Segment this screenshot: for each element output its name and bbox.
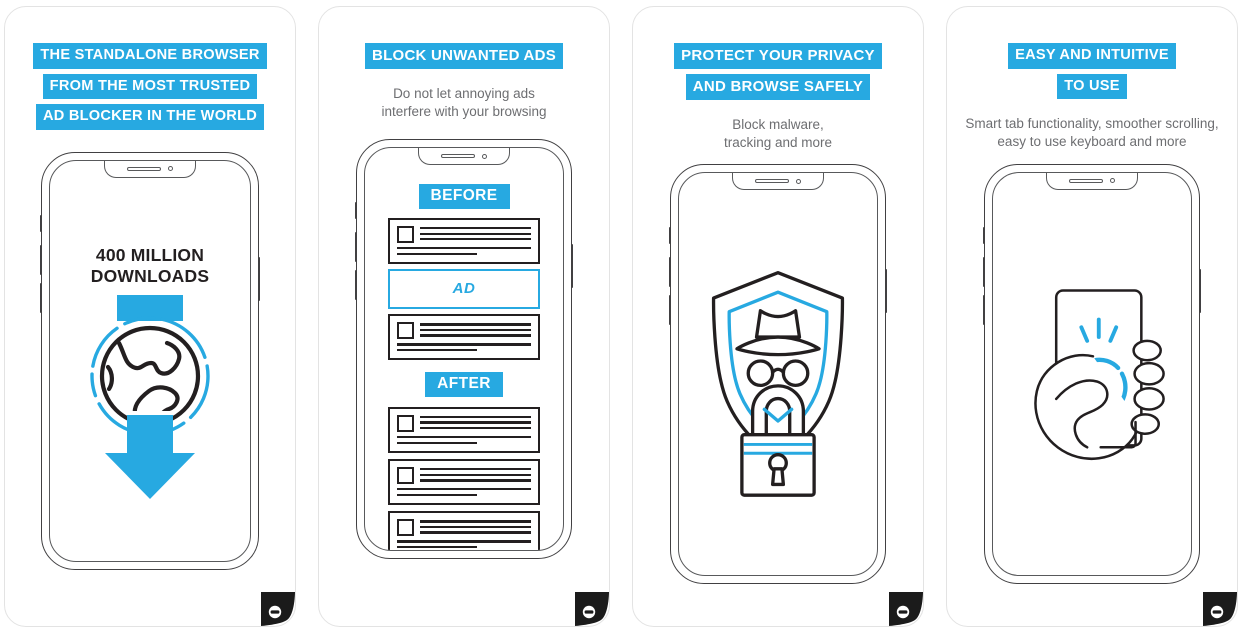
phone-volume-down-button [354, 270, 358, 301]
phone-mockup: 400 MILLION DOWNLOADS [39, 151, 261, 570]
headline: THE STANDALONE BROWSER FROM THE MOST TRU… [5, 43, 295, 130]
subcopy: Do not let annoying ads interfere with y… [381, 86, 547, 120]
phone-volume-down-button [39, 282, 43, 313]
card-thumbnail-icon [397, 322, 414, 340]
phone-screen-bezel: 400 MILLION DOWNLOADS [49, 159, 251, 562]
shield-incognito-padlock-illustration [690, 259, 866, 503]
phone-mockup [668, 164, 888, 585]
phone-mute-switch [354, 202, 358, 220]
screen-content-before-after: BEFORE AD AFTER [365, 148, 563, 551]
headline-line: BLOCK UNWANTED ADS [365, 43, 563, 69]
adblock-logo-badge [575, 592, 609, 626]
phone-mockup-wrap: 400 MILLION DOWNLOADS [5, 130, 295, 626]
phone-power-button [1198, 268, 1202, 313]
hand-tapping-phone-illustration [1000, 277, 1184, 485]
before-cards-list: AD [388, 217, 540, 361]
content-card [388, 406, 540, 453]
content-card [388, 217, 540, 265]
headline-line: AND BROWSE SAFELY [685, 74, 871, 100]
globe-download-illustration [75, 293, 225, 503]
headline-line: FROM THE MOST TRUSTED [42, 73, 258, 100]
after-cards-list [388, 406, 540, 551]
phone-screen-bezel: BEFORE AD AFTER [364, 147, 564, 552]
phone-mockup [982, 163, 1202, 584]
subcopy: Block malware, tracking and more [723, 117, 833, 151]
phone-notch [732, 173, 824, 191]
downloads-count-title: 400 MILLION DOWNLOADS [90, 244, 210, 287]
phone-volume-down-button [668, 295, 672, 326]
phone-mute-switch [39, 214, 43, 232]
front-camera-icon [796, 178, 801, 184]
phone-mockup: BEFORE AD AFTER [354, 139, 574, 560]
screen-content-easy [993, 173, 1191, 575]
phone-volume-up-button [982, 256, 986, 287]
phone-screen-bezel [678, 172, 878, 577]
phone-volume-up-button [39, 244, 43, 275]
front-camera-icon [168, 166, 173, 172]
panel-privacy[interactable]: PROTECT YOUR PRIVACY AND BROWSE SAFELY B… [632, 6, 924, 627]
phone-screen-bezel [992, 171, 1192, 576]
panel-easy[interactable]: EASY AND INTUITIVE TO USE Smart tab func… [946, 6, 1238, 627]
front-camera-icon [482, 153, 487, 159]
phone-volume-up-button [668, 257, 672, 288]
headline-line: THE STANDALONE BROWSER [33, 43, 267, 69]
phone-power-button [884, 269, 888, 314]
subcopy: Smart tab functionality, smoother scroll… [965, 116, 1219, 150]
front-camera-icon [1110, 178, 1115, 184]
earpiece-speaker-icon [127, 166, 161, 171]
card-thumbnail-icon [397, 519, 414, 537]
content-card [388, 314, 540, 361]
panel-downloads[interactable]: THE STANDALONE BROWSER FROM THE MOST TRU… [4, 6, 296, 627]
phone-power-button [570, 244, 574, 289]
earpiece-speaker-icon [441, 154, 475, 159]
phone-mockup-wrap [947, 152, 1237, 626]
card-thumbnail-icon [397, 225, 414, 243]
adblock-logo-badge [1203, 592, 1237, 626]
earpiece-speaker-icon [755, 179, 789, 184]
content-card [388, 511, 540, 551]
phone-volume-down-button [982, 294, 986, 325]
ad-slot: AD [388, 269, 540, 310]
card-thumbnail-icon [397, 414, 414, 432]
headline: EASY AND INTUITIVE TO USE [947, 43, 1237, 100]
screen-content-privacy [679, 173, 877, 575]
phone-power-button [257, 256, 261, 301]
card-thumbnail-icon [397, 466, 414, 484]
phone-notch [1046, 172, 1138, 190]
phone-mockup-wrap [633, 152, 923, 626]
after-label: AFTER [425, 372, 503, 397]
adblock-logo-badge [889, 592, 923, 626]
adblock-logo-badge [261, 592, 295, 626]
screen-content-downloads: 400 MILLION DOWNLOADS [50, 161, 250, 561]
panel-block-ads[interactable]: BLOCK UNWANTED ADS Do not let annoying a… [318, 6, 610, 627]
headline-line: TO USE [1057, 73, 1127, 100]
phone-mockup-wrap: BEFORE AD AFTER [319, 121, 609, 626]
headline: PROTECT YOUR PRIVACY AND BROWSE SAFELY [633, 43, 923, 100]
before-label: BEFORE [418, 184, 510, 209]
screenshot-gallery: THE STANDALONE BROWSER FROM THE MOST TRU… [0, 0, 1242, 633]
phone-notch [104, 160, 196, 178]
phone-notch [418, 148, 510, 166]
phone-volume-up-button [354, 232, 358, 263]
headline-line: EASY AND INTUITIVE [1008, 43, 1176, 69]
content-card [388, 458, 540, 506]
earpiece-speaker-icon [1069, 178, 1103, 183]
phone-mute-switch [982, 226, 986, 244]
headline-line: PROTECT YOUR PRIVACY [674, 43, 882, 69]
headline-line: AD BLOCKER IN THE WORLD [35, 104, 265, 130]
phone-mute-switch [668, 227, 672, 245]
headline: BLOCK UNWANTED ADS [319, 43, 609, 69]
